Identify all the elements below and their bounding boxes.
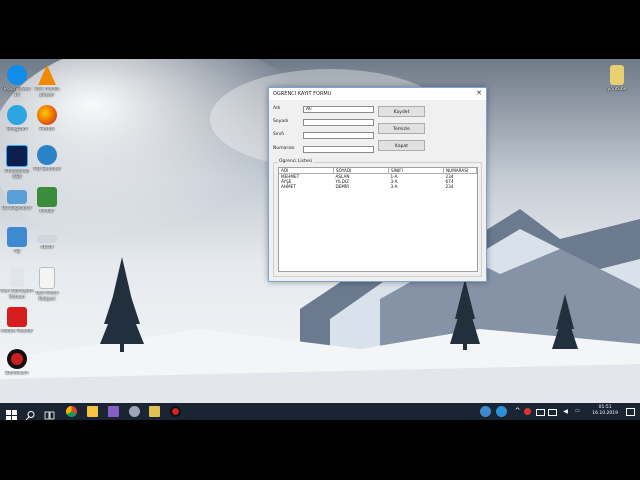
close-button[interactable]: Kapat xyxy=(378,140,425,151)
search-icon[interactable] xyxy=(25,406,36,420)
desktop-icon-recycle-bin[interactable]: Geri Dönüşüm Kutusu xyxy=(0,267,34,300)
desktop-icon-bandicam[interactable]: Bandicam xyxy=(0,349,34,377)
taskbar: ^ ◀ ▭ 01:51 16.10.2019 xyxy=(0,403,640,420)
close-icon[interactable]: ✕ xyxy=(476,89,482,97)
vlc-icon xyxy=(38,65,56,85)
cell-class: 3-A xyxy=(390,184,398,189)
tray-app-icon[interactable] xyxy=(480,406,491,417)
photoshop-icon xyxy=(6,145,28,167)
tray-user-icon[interactable] xyxy=(496,406,507,417)
bandicam-taskbar-icon[interactable] xyxy=(170,406,181,417)
clock-date: 16.10.2019 xyxy=(592,411,618,416)
recycle-bin-icon xyxy=(10,267,24,287)
network-icon xyxy=(7,227,27,247)
tray-red-icon[interactable] xyxy=(524,408,531,415)
task-view-icon[interactable] xyxy=(44,406,55,420)
student-listview[interactable]: ADI SOYADI SINIFI NUMARASI MEHMET ASLAN … xyxy=(278,167,478,272)
computer-icon xyxy=(7,190,27,204)
firefox-icon xyxy=(37,105,57,125)
desktop-icon-firefox[interactable]: Firefox xyxy=(30,105,64,133)
dialog-titlebar[interactable]: OGRENCI KAYIT FORMU ✕ xyxy=(269,88,486,100)
drive-icon xyxy=(37,235,57,243)
telegram-icon xyxy=(7,105,27,125)
name-label: Adı xyxy=(273,106,281,111)
desktop-icon-adobe-reader[interactable]: Adobe Reader xyxy=(0,307,34,335)
desktop-icon-teamviewer[interactable]: TeamViewer 14 xyxy=(0,65,34,98)
tray-network-icon[interactable] xyxy=(548,409,557,416)
bandicam-icon xyxy=(7,349,27,369)
desktop-icon-network[interactable]: Ağ xyxy=(0,227,34,255)
file-explorer-icon[interactable] xyxy=(87,406,98,417)
student-list-label: Ogrenci Listesi xyxy=(278,159,314,164)
desktop-icon-youtube[interactable]: youtube xyxy=(600,65,634,93)
tray-chevron-up-icon[interactable]: ^ xyxy=(512,406,523,417)
taskbar-clock[interactable]: 01:51 16.10.2019 xyxy=(592,405,618,417)
desktop: TeamViewer 14 VLC media player Telegram … xyxy=(0,59,640,420)
tray-battery-icon[interactable] xyxy=(536,409,545,416)
tray-volume-icon[interactable]: ◀ xyxy=(560,406,571,417)
surname-input[interactable] xyxy=(303,119,374,126)
desktop-icon-hd-sentinel[interactable]: HD Sentinel xyxy=(30,145,64,173)
app-icon[interactable] xyxy=(129,406,140,417)
notification-icon[interactable] xyxy=(626,408,635,416)
cell-surname: DEMİR xyxy=(335,184,350,189)
desktop-icon-text-document[interactable]: Yeni Metin Belgesi xyxy=(30,267,64,302)
tray-language-icon[interactable]: ▭ xyxy=(572,406,583,417)
windows-start-icon[interactable] xyxy=(6,406,17,420)
cell-number: 234 xyxy=(445,184,454,189)
student-registration-dialog: OGRENCI KAYIT FORMU ✕ Adı Soyadı Sınıfı … xyxy=(268,87,487,282)
desktop-icon-computer[interactable]: Bu bilgisayar xyxy=(0,187,34,212)
folder-icon xyxy=(37,187,57,207)
youtube-folder-icon xyxy=(610,65,624,85)
save-button[interactable]: Kaydet xyxy=(378,106,425,117)
chrome-icon[interactable] xyxy=(66,406,77,417)
pdf-icon xyxy=(7,307,27,327)
name-input[interactable] xyxy=(303,106,374,113)
student-table: ADI SOYADI SINIFI NUMARASI MEHMET ASLAN … xyxy=(279,168,477,189)
desktop-icon-drive[interactable]: abcdl xyxy=(30,227,64,251)
visual-studio-icon[interactable] xyxy=(108,406,119,417)
paint-icon[interactable] xyxy=(149,406,160,417)
desktop-icon-photoshop[interactable]: Photoshop CS6 xyxy=(0,145,34,180)
teamviewer-icon xyxy=(7,65,27,85)
class-label: Sınıfı xyxy=(273,132,285,137)
dialog-title: OGRENCI KAYIT FORMU xyxy=(273,91,332,97)
surname-label: Soyadı xyxy=(273,119,289,124)
text-document-icon xyxy=(39,267,55,289)
desktop-icon-vlc[interactable]: VLC media player xyxy=(30,65,64,98)
cell-name: AHMET xyxy=(281,184,296,189)
table-row[interactable]: AHMET DEMİR 3-A 234 xyxy=(279,184,477,189)
class-input[interactable] xyxy=(303,132,374,139)
number-input[interactable] xyxy=(303,146,374,153)
desktop-icon-telegram[interactable]: Telegram xyxy=(0,105,34,133)
student-list-group: Ogrenci Listesi ADI SOYADI SINIFI NUMARA… xyxy=(273,159,482,277)
number-label: Numarası xyxy=(273,146,295,151)
clear-button[interactable]: Temizle xyxy=(378,123,425,134)
desktop-icon-kodlar[interactable]: Kodlar xyxy=(30,187,64,215)
hd-sentinel-icon xyxy=(37,145,57,165)
